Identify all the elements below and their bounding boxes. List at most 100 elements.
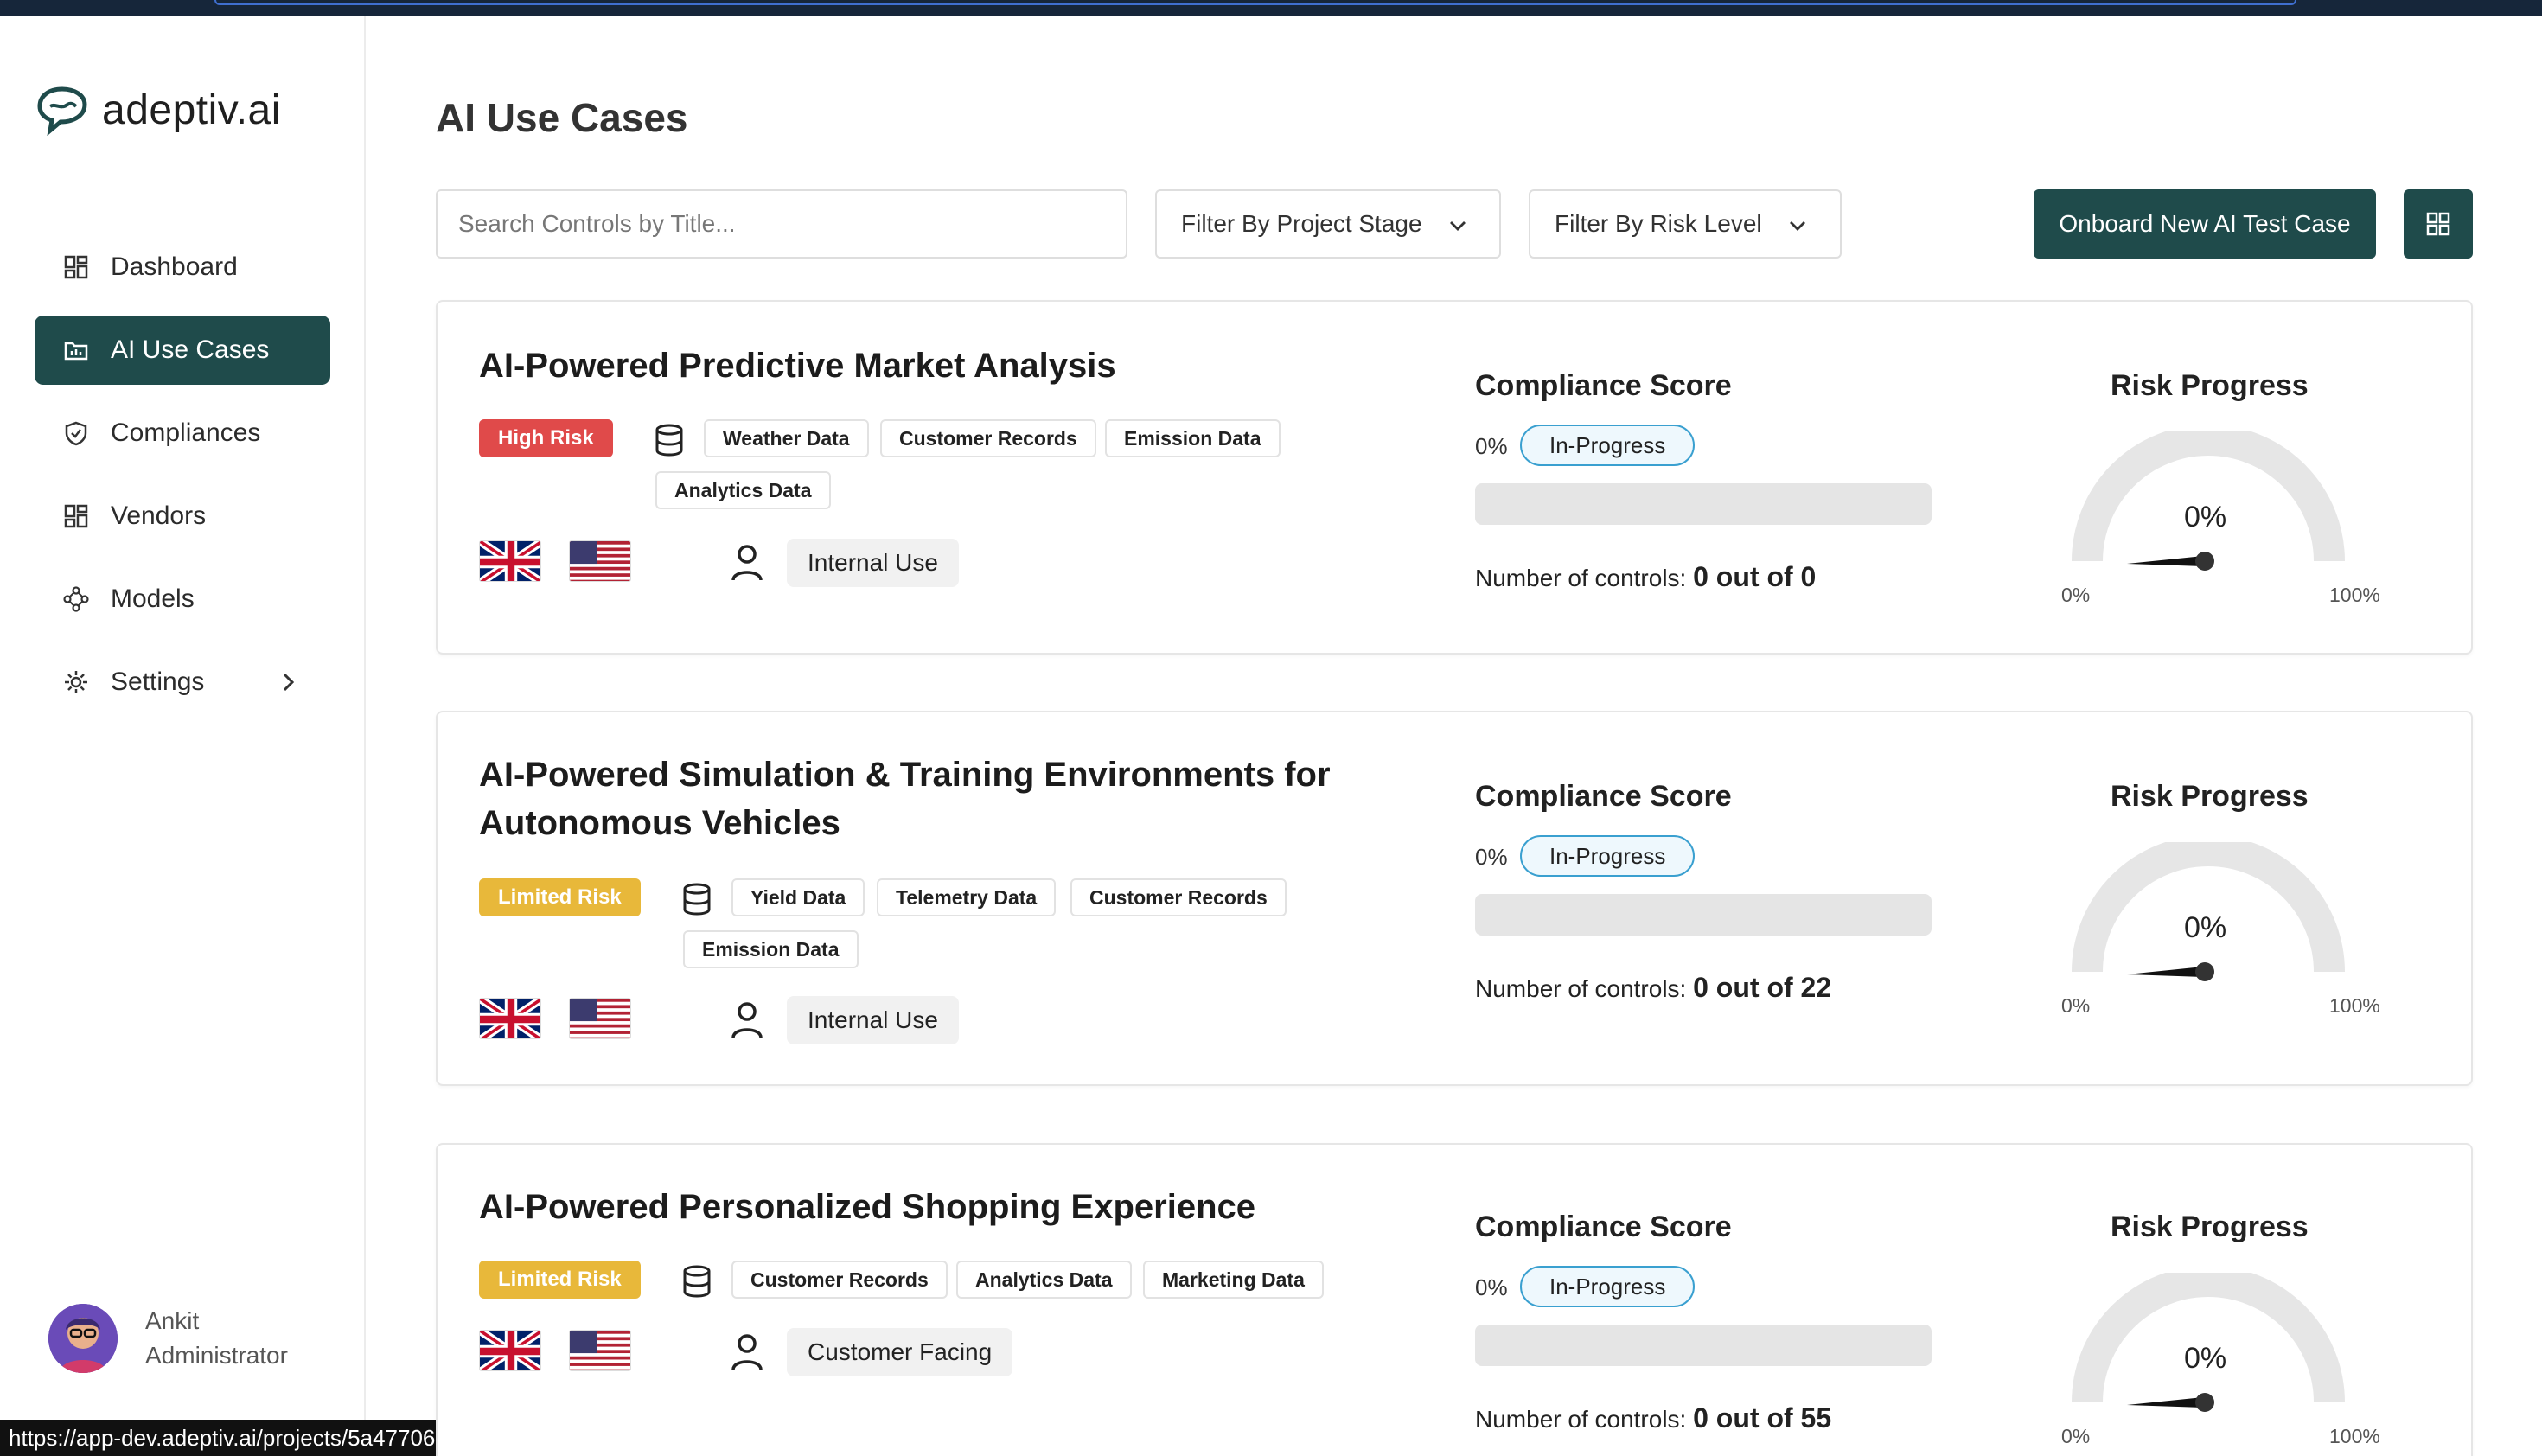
gauge-min-label: 0% (2061, 1425, 2091, 1447)
grid-icon (62, 502, 90, 530)
compliance-progress-bar (1475, 1325, 1932, 1366)
controls-count: Number of controls: 0 out of 22 (1475, 972, 1831, 1004)
chevron-right-icon[interactable] (280, 670, 297, 701)
us-flag-icon (569, 1330, 631, 1371)
usage-chip: Internal Use (787, 539, 959, 587)
data-tag: Analytics Data (655, 471, 831, 509)
database-icon (683, 1265, 711, 1298)
gauge-needle (2127, 556, 2203, 566)
uk-flag-icon (479, 1330, 541, 1371)
status-badge: In-Progress (1520, 835, 1696, 877)
sidebar-item-label: AI Use Cases (111, 335, 270, 364)
compliance-progress-bar (1475, 483, 1932, 525)
data-tag: Customer Records (1070, 878, 1287, 916)
controls-value: 0 out of 0 (1693, 561, 1817, 592)
us-flag-icon (569, 540, 631, 582)
use-case-card[interactable]: AI-Powered Simulation & Training Environ… (436, 711, 2473, 1086)
risk-gauge-value: 0% (2184, 1342, 2227, 1375)
compliance-score-title: Compliance Score (1475, 369, 1732, 402)
browser-top-bar (0, 0, 2542, 16)
data-tag: Customer Records (880, 419, 1096, 457)
chevron-down-icon (1788, 210, 1807, 238)
data-tag: Marketing Data (1143, 1261, 1324, 1299)
gear-icon (62, 668, 90, 696)
compliance-percent: 0% (1475, 844, 1508, 870)
brand-name: adeptiv.ai (102, 86, 281, 133)
grid-view-button[interactable] (2404, 189, 2473, 259)
risk-gauge: 0% 0% 100% (2053, 835, 2380, 1032)
status-badge: In-Progress (1520, 425, 1696, 466)
user-name: Ankit (145, 1307, 200, 1334)
sidebar-item-ai-use-cases[interactable]: AI Use Cases (35, 316, 330, 385)
filter-project-stage-select[interactable]: Filter By Project Stage (1155, 189, 1501, 259)
data-tag: Emission Data (1105, 419, 1281, 457)
usage-chip: Customer Facing (787, 1328, 1013, 1376)
folder-chart-icon (62, 336, 90, 364)
toolbar: Filter By Project Stage Filter By Risk L… (436, 189, 2473, 259)
us-flag-icon (569, 998, 631, 1039)
gauge-hub (2195, 962, 2214, 981)
gauge-needle (2127, 967, 2203, 977)
sidebar-item-dashboard[interactable]: Dashboard (35, 233, 330, 302)
nodes-icon (62, 585, 90, 613)
risk-progress-title: Risk Progress (2111, 1210, 2309, 1243)
status-badge: In-Progress (1520, 1266, 1696, 1307)
browser-highlight (214, 0, 2296, 5)
sidebar-item-label: Compliances (111, 418, 261, 447)
gauge-needle (2127, 1397, 2203, 1408)
risk-gauge: 0% 0% 100% (2053, 1266, 2380, 1456)
grid-view-icon (2426, 212, 2450, 236)
brand-logo[interactable]: adeptiv.ai (35, 84, 281, 136)
risk-progress-title: Risk Progress (2111, 369, 2309, 402)
sidebar-item-vendors[interactable]: Vendors (35, 482, 330, 551)
sidebar: adeptiv.ai Dashboard AI Use Cases Compli… (0, 16, 366, 1456)
sidebar-item-compliances[interactable]: Compliances (35, 399, 330, 468)
uk-flag-icon (479, 998, 541, 1039)
controls-value: 0 out of 22 (1693, 972, 1832, 1003)
database-icon (683, 883, 711, 916)
avatar (48, 1304, 118, 1373)
gauge-max-label: 100% (2329, 584, 2380, 606)
search-input[interactable] (436, 189, 1127, 259)
user-role: Administrator (145, 1342, 288, 1369)
use-case-card[interactable]: AI-Powered Predictive Market Analysis Hi… (436, 300, 2473, 655)
risk-badge: Limited Risk (479, 878, 641, 916)
compliance-percent: 0% (1475, 1274, 1508, 1300)
sidebar-item-label: Settings (111, 667, 205, 696)
risk-gauge-value: 0% (2184, 501, 2227, 533)
sidebar-item-label: Dashboard (111, 252, 238, 281)
gauge-max-label: 100% (2329, 1425, 2380, 1447)
controls-count: Number of controls: 0 out of 55 (1475, 1402, 1831, 1434)
controls-label: Number of controls: (1475, 1406, 1687, 1433)
sidebar-nav: Dashboard AI Use Cases Compliances Vendo… (35, 233, 330, 731)
user-icon (731, 1002, 763, 1038)
gauge-hub (2195, 1393, 2214, 1412)
filter-risk-level-select[interactable]: Filter By Risk Level (1529, 189, 1842, 259)
sidebar-item-models[interactable]: Models (35, 565, 330, 634)
user-profile[interactable]: Ankit Administrator (48, 1304, 288, 1373)
use-case-card[interactable]: AI-Powered Personalized Shopping Experie… (436, 1143, 2473, 1456)
use-case-title[interactable]: AI-Powered Personalized Shopping Experie… (479, 1183, 1344, 1231)
chevron-down-icon (1448, 210, 1467, 238)
sidebar-item-label: Models (111, 584, 195, 613)
compliance-progress-bar (1475, 894, 1932, 936)
usage-chip: Internal Use (787, 996, 959, 1044)
data-tag: Customer Records (731, 1261, 948, 1299)
dashboard-icon (62, 253, 90, 281)
data-tag: Yield Data (731, 878, 865, 916)
gauge-min-label: 0% (2061, 584, 2091, 606)
sidebar-item-settings[interactable]: Settings (35, 648, 330, 717)
onboard-new-ai-test-case-button[interactable]: Onboard New AI Test Case (2034, 189, 2376, 259)
controls-label: Number of controls: (1475, 565, 1687, 591)
compliance-score-title: Compliance Score (1475, 1210, 1732, 1243)
risk-badge: Limited Risk (479, 1261, 641, 1299)
data-tag: Weather Data (704, 419, 869, 457)
filter-risk-level-label: Filter By Risk Level (1555, 210, 1762, 237)
use-case-title[interactable]: AI-Powered Simulation & Training Environ… (479, 750, 1344, 847)
user-icon (731, 545, 763, 581)
risk-badge: High Risk (479, 419, 613, 457)
risk-gauge: 0% 0% 100% (2053, 425, 2380, 622)
use-case-title[interactable]: AI-Powered Predictive Market Analysis (479, 342, 1344, 390)
controls-label: Number of controls: (1475, 975, 1687, 1002)
uk-flag-icon (479, 540, 541, 582)
